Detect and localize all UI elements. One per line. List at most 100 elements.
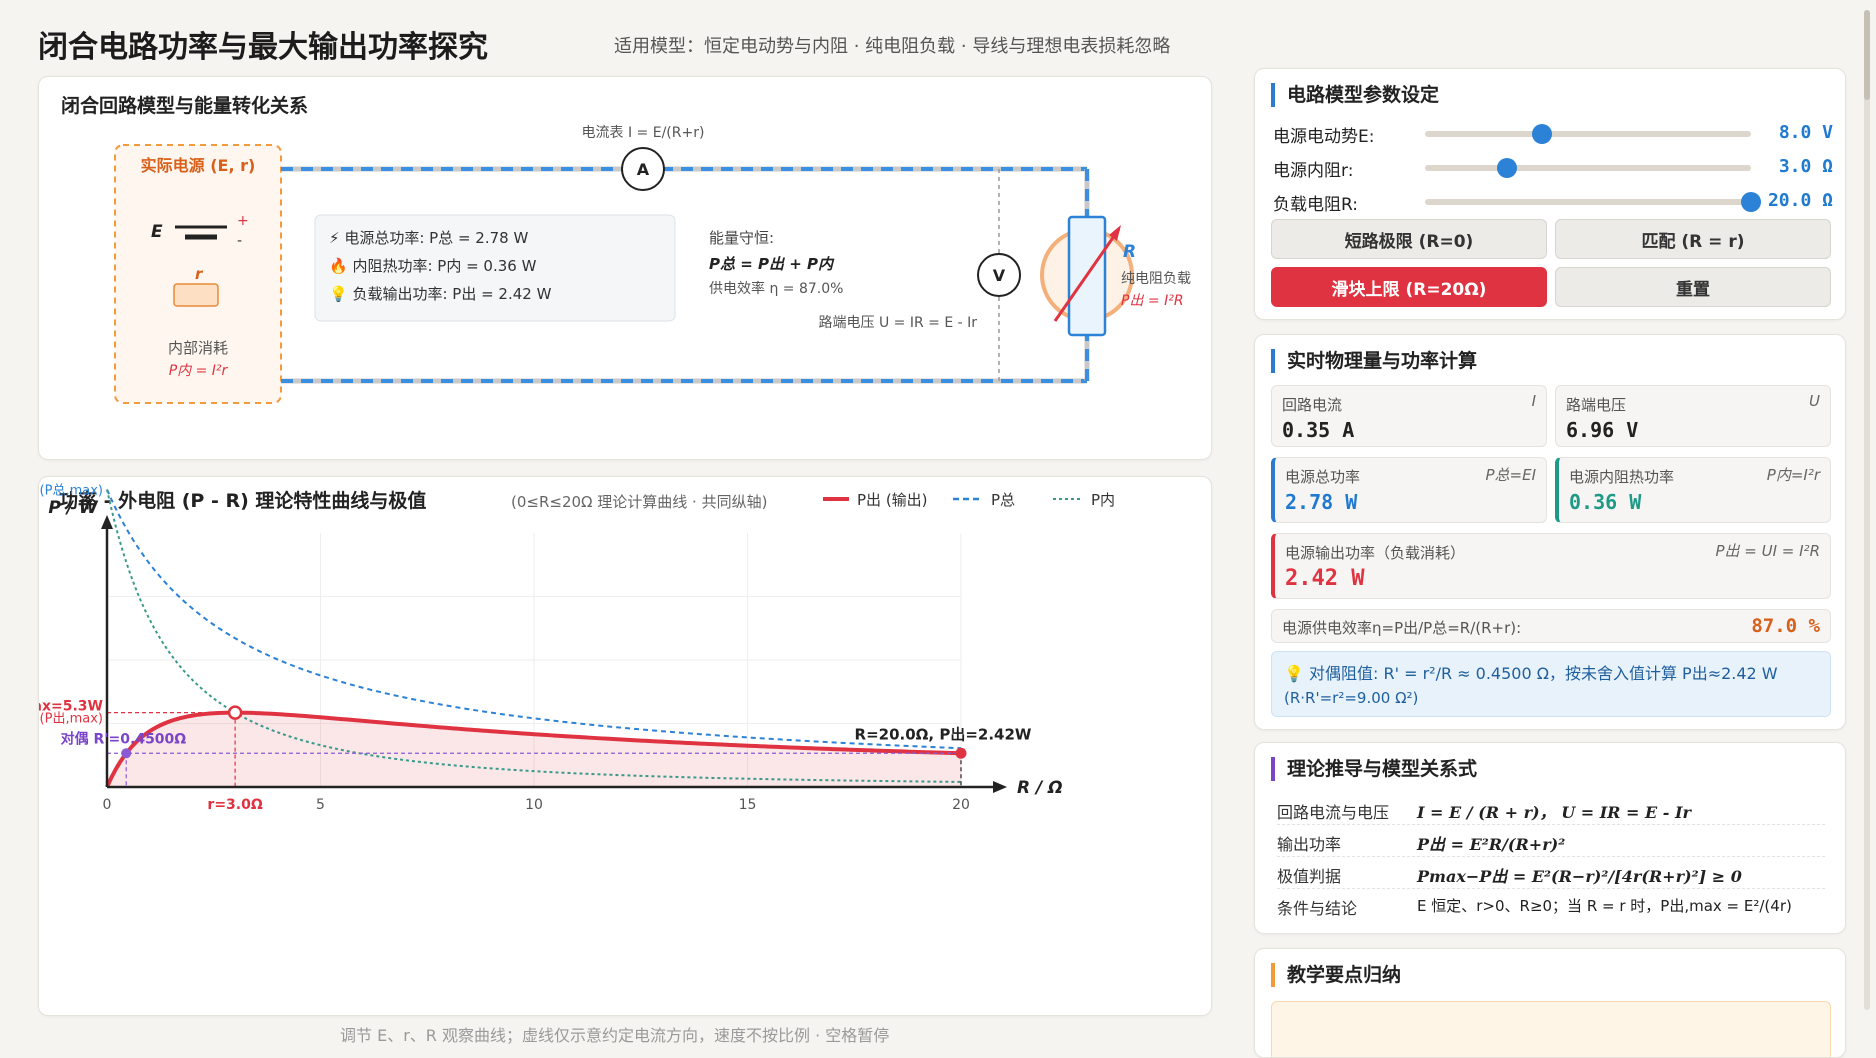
tips-panel: 教学要点归纳	[1254, 948, 1846, 1058]
power-total-line: ⚡ 电源总功率: P总 = 2.78 W	[329, 229, 528, 247]
footer-hint: 调节 E、r、R 观察曲线；虚线仅示意约定电流方向，速度不按比例 · 空格暂停	[340, 1026, 890, 1045]
internal-formula: P内 = I²r	[169, 363, 229, 379]
current-card: 回路电流 I 0.35 A	[1271, 385, 1547, 447]
theory-row-formula: E 恒定、r>0、R≥0；当 R = r 时，P出,max = E²/(4r)	[1417, 897, 1792, 915]
y-axis-label: P / W	[48, 498, 99, 518]
pinternal-value: 0.36 W	[1569, 490, 1642, 514]
match-button[interactable]: 匹配 (R = r)	[1555, 219, 1831, 259]
pout-label: 电源输出功率（负载消耗）	[1285, 544, 1466, 562]
legend-pout: P出 (输出)	[857, 491, 928, 509]
slider-max-button[interactable]: 滑块上限 (R=20Ω)	[1271, 267, 1547, 307]
metrics-title: 实时物理量与功率计算	[1271, 349, 1477, 373]
ammeter-caption: 电流表 I = E/(R+r)	[582, 125, 705, 141]
internal-r-value: 3.0 Ω	[1778, 156, 1833, 177]
current-label: 回路电流	[1282, 396, 1343, 414]
emf-value: 8.0 V	[1778, 122, 1833, 143]
voltage-symbol: U	[1809, 392, 1820, 410]
chart-panel: 功率 - 外电阻 (P - R) 理论特性曲线与极值 (0≤R≤20Ω 理论计算…	[38, 476, 1212, 1016]
ptotal-label: 电源总功率	[1285, 468, 1361, 486]
page-scrollbar[interactable]	[1864, 10, 1870, 1010]
marker-pmax	[227, 705, 243, 720]
theory-row-formula: Pmax−P出 = E²(R−r)²/[4r(R+r)²] ≥ 0	[1417, 867, 1742, 886]
marker-current	[955, 747, 967, 759]
ptotal-value: 2.78 W	[1285, 490, 1358, 514]
theory-row: 条件与结论 E 恒定、r>0、R≥0；当 R = r 时，P出,max = E²…	[1277, 889, 1825, 921]
x-tick-label: 0	[103, 797, 112, 813]
pinternal-card: 电源内阻热功率 P内=I²r 0.36 W	[1555, 457, 1831, 523]
theory-row: 输出功率 P出 = E²R/(R+r)²	[1277, 825, 1825, 857]
conservation-equation: P总 = P出 + P内	[709, 255, 835, 273]
y-axis-arrow	[101, 515, 113, 529]
chart-note: (0≤R≤20Ω 理论计算曲线 · 共同纵轴)	[511, 493, 767, 511]
emf-slider-thumb[interactable]	[1532, 124, 1553, 144]
metrics-panel: 实时物理量与功率计算 回路电流 I 0.35 A 路端电压 U 6.96 V 电…	[1254, 334, 1846, 730]
load-formula: P出 = I²R	[1121, 293, 1184, 309]
load-r-slider-thumb[interactable]	[1741, 192, 1761, 212]
power-output-line: 💡 负载输出功率: P出 = 2.42 W	[329, 285, 552, 303]
params-panel: 电路模型参数设定 电源电动势E: 8.0 V 电源内阻r: 3.0 Ω 负载电阻…	[1254, 68, 1846, 320]
emf-slider[interactable]	[1425, 124, 1751, 144]
dual-resistance-box: 💡 对偶阻值: R' = r²/R ≈ 0.4500 Ω，按未舍入值计算 P出≈…	[1271, 651, 1831, 717]
voltage-value: 6.96 V	[1566, 418, 1639, 442]
source-label: 实际电源 (E, r)	[141, 156, 256, 175]
theory-title: 理论推导与模型关系式	[1271, 757, 1477, 781]
terminal-voltage: 路端电压 U = IR = E - Ir	[819, 315, 978, 331]
label-pmax: Pmax=5.3W	[39, 699, 103, 715]
theory-row-label: 条件与结论	[1277, 899, 1358, 918]
internal-label: 内部消耗	[168, 339, 228, 357]
marker-dual	[121, 748, 132, 759]
ammeter-symbol: A	[637, 160, 650, 179]
power-internal-line: 🔥 内阻热功率: P内 = 0.36 W	[329, 257, 537, 275]
power-resistance-chart: 功率 - 外电阻 (P - R) 理论特性曲线与极值 (0≤R≤20Ω 理论计算…	[39, 484, 1115, 813]
voltmeter-symbol: V	[993, 266, 1006, 285]
params-title: 电路模型参数设定	[1271, 83, 1439, 107]
current-value: 0.35 A	[1282, 418, 1355, 442]
x-tick-label: 20	[952, 797, 970, 813]
load-r-label: 负载电阻R:	[1273, 195, 1359, 215]
page-title: 闭合电路功率与最大输出功率探究	[38, 30, 488, 65]
pinternal-label: 电源内阻热功率	[1569, 468, 1675, 486]
x-axis-arrow	[993, 781, 1007, 793]
x-tick-label: 10	[525, 797, 543, 813]
load-caption: 纯电阻负载	[1121, 271, 1191, 287]
theory-row-formula: P出 = E²R/(R+r)²	[1417, 835, 1566, 854]
internal-r-slider[interactable]	[1425, 158, 1751, 178]
voltage-label: 路端电压	[1566, 396, 1627, 414]
reset-button[interactable]: 重置	[1555, 267, 1831, 307]
theory-row-label: 极值判据	[1277, 867, 1342, 886]
label-current-point: R=20.0Ω, P出=2.42W	[855, 725, 1032, 743]
page-scrollbar-thumb[interactable]	[1864, 10, 1870, 100]
voltage-card: 路端电压 U 6.96 V	[1555, 385, 1831, 447]
label-dual-resistance: 对偶 R'=0.4500Ω	[61, 730, 187, 747]
ptotal-formula: P总=EI	[1485, 466, 1536, 484]
pinternal-formula: P内=I²r	[1766, 466, 1820, 484]
circuit-diagram: 实际电源 (E, r) E + - r 内部消耗 P内 = I²r 电流表 I …	[114, 125, 1191, 404]
param-row-internal-r: 电源内阻r: 3.0 Ω	[1273, 153, 1833, 181]
pout-card: 电源输出功率（负载消耗） P出 = UI = I²R 2.42 W	[1271, 533, 1831, 599]
legend-ptotal: P总	[991, 491, 1015, 509]
minus-sign: -	[237, 233, 242, 249]
efficiency-card: 电源供电效率η=P出/P总=R/(R+r): 87.0 %	[1271, 609, 1831, 643]
efficiency-label: 电源供电效率η=P出/P总=R/(R+r):	[1282, 619, 1522, 637]
internal-resistor-icon	[173, 283, 219, 307]
load-r-slider[interactable]	[1425, 192, 1761, 212]
circuit-panel: 闭合回路模型与能量转化关系 实际电源 (E, r) E + - r 内部消耗 P…	[38, 76, 1212, 460]
internal-r-label: 电源内阻r:	[1273, 161, 1354, 181]
short-circuit-button[interactable]: 短路极限 (R=0)	[1271, 219, 1547, 259]
internal-r-slider-thumb[interactable]	[1496, 158, 1517, 178]
param-row-emf: 电源电动势E: 8.0 V	[1273, 119, 1833, 147]
tips-content-box	[1271, 1001, 1831, 1057]
plus-sign: +	[237, 213, 249, 229]
ptotal-card: 电源总功率 P总=EI 2.78 W	[1271, 457, 1547, 523]
load-label: R	[1123, 242, 1136, 262]
x-axis-label: R / Ω	[1017, 778, 1063, 798]
efficiency-text: 供电效率 η = 87.0%	[709, 280, 843, 297]
page-subtitle: 适用模型：恒定电动势与内阻 · 纯电阻负载 · 导线与理想电表损耗忽略	[614, 36, 1171, 57]
pout-value: 2.42 W	[1285, 566, 1365, 591]
emf-label: 电源电动势E:	[1273, 127, 1375, 147]
efficiency-value: 87.0 %	[1751, 615, 1820, 637]
conservation-title: 能量守恒:	[709, 229, 774, 247]
theory-panel: 理论推导与模型关系式 回路电流与电压 I = E / (R + r)， U = …	[1254, 742, 1846, 934]
dual-line-1: 💡 对偶阻值: R' = r²/R ≈ 0.4500 Ω，按未舍入值计算 P出≈…	[1284, 664, 1778, 683]
x-tick-label: 15	[739, 797, 757, 813]
